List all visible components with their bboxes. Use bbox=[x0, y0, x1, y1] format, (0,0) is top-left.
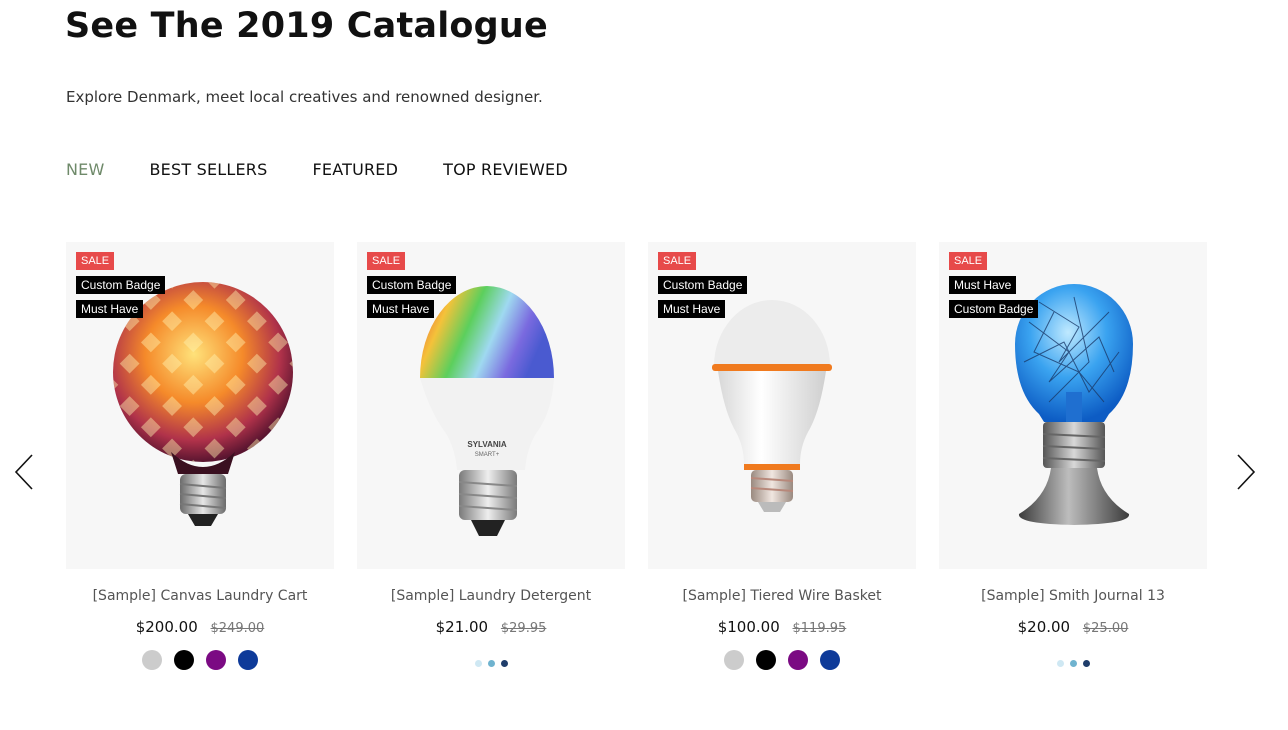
variant-dots bbox=[939, 660, 1207, 667]
swatch-purple[interactable] bbox=[206, 650, 226, 670]
swatch-black[interactable] bbox=[174, 650, 194, 670]
product-name[interactable]: [Sample] Smith Journal 13 bbox=[939, 588, 1207, 604]
tab-featured[interactable]: FEATURED bbox=[312, 160, 398, 179]
sale-badge: SALE bbox=[367, 252, 406, 270]
product-prices: $21.00 $29.95 bbox=[357, 618, 625, 636]
bulb-brand-text: SYLVANIA bbox=[467, 440, 506, 449]
product-old-price: $249.00 bbox=[210, 621, 265, 636]
product-image[interactable]: SALE Custom Badge Must Have bbox=[648, 242, 916, 569]
custom-badge: Custom Badge bbox=[658, 276, 748, 294]
chevron-left-icon bbox=[14, 454, 33, 490]
sale-badge: SALE bbox=[76, 252, 115, 270]
product-name[interactable]: [Sample] Canvas Laundry Cart bbox=[66, 588, 334, 604]
product-old-price: $25.00 bbox=[1082, 621, 1129, 636]
swatch-grey[interactable] bbox=[724, 650, 744, 670]
product-card[interactable]: SALE Must Have Custom Badge [Sample] Smi… bbox=[939, 242, 1207, 667]
must-have-badge: Must Have bbox=[949, 276, 1017, 294]
carousel-next-button[interactable] bbox=[1226, 452, 1266, 492]
product-prices: $100.00 $119.95 bbox=[648, 618, 916, 636]
product-card[interactable]: SALE Custom Badge Must Have [Sample] Can… bbox=[66, 242, 334, 670]
variant-dot[interactable] bbox=[500, 660, 508, 667]
must-have-badge: Must Have bbox=[76, 300, 144, 318]
sale-badge: SALE bbox=[949, 252, 988, 270]
product-card[interactable]: SALE Custom Badge Must Have [Sample] Tie… bbox=[648, 242, 916, 670]
product-prices: $200.00 $249.00 bbox=[66, 618, 334, 636]
must-have-badge: Must Have bbox=[367, 300, 435, 318]
swatch-grey[interactable] bbox=[142, 650, 162, 670]
tab-new[interactable]: NEW bbox=[66, 160, 105, 179]
product-price: $100.00 bbox=[717, 618, 780, 636]
variant-dots bbox=[357, 660, 625, 667]
product-name[interactable]: [Sample] Laundry Detergent bbox=[357, 588, 625, 604]
custom-badge: Custom Badge bbox=[367, 276, 457, 294]
swatch-blue[interactable] bbox=[820, 650, 840, 670]
variant-dot[interactable] bbox=[1082, 660, 1090, 667]
carousel-prev-button[interactable] bbox=[4, 452, 44, 492]
custom-badge: Custom Badge bbox=[949, 300, 1039, 318]
sale-badge: SALE bbox=[658, 252, 697, 270]
product-image[interactable]: SYLVANIA SMART+ SALE Custom Badge Must H… bbox=[357, 242, 625, 569]
swatch-blue[interactable] bbox=[238, 650, 258, 670]
product-image[interactable]: SALE Custom Badge Must Have bbox=[66, 242, 334, 569]
product-price: $200.00 bbox=[135, 618, 198, 636]
variant-dot[interactable] bbox=[1056, 660, 1064, 667]
page-title: See The 2019 Catalogue bbox=[65, 6, 548, 46]
variant-dot[interactable] bbox=[474, 660, 482, 667]
color-swatches bbox=[648, 650, 916, 670]
product-prices: $20.00 $25.00 bbox=[939, 618, 1207, 636]
swatch-black[interactable] bbox=[756, 650, 776, 670]
swatch-purple[interactable] bbox=[788, 650, 808, 670]
bulb-line-text: SMART+ bbox=[475, 452, 500, 458]
product-price: $20.00 bbox=[1017, 618, 1071, 636]
variant-dot[interactable] bbox=[1069, 660, 1077, 667]
product-tabs: NEW BEST SELLERS FEATURED TOP REVIEWED bbox=[66, 160, 568, 179]
must-have-badge: Must Have bbox=[658, 300, 726, 318]
custom-badge: Custom Badge bbox=[76, 276, 166, 294]
product-image[interactable]: SALE Must Have Custom Badge bbox=[939, 242, 1207, 569]
page-subtitle: Explore Denmark, meet local creatives an… bbox=[66, 88, 543, 106]
product-old-price: $119.95 bbox=[792, 621, 847, 636]
product-name[interactable]: [Sample] Tiered Wire Basket bbox=[648, 588, 916, 604]
variant-dot[interactable] bbox=[487, 660, 495, 667]
chevron-right-icon bbox=[1237, 454, 1256, 490]
product-card[interactable]: SYLVANIA SMART+ SALE Custom Badge Must H… bbox=[357, 242, 625, 667]
color-swatches bbox=[66, 650, 334, 670]
tab-top-reviewed[interactable]: TOP REVIEWED bbox=[443, 160, 568, 179]
product-price: $21.00 bbox=[435, 618, 489, 636]
tab-best-sellers[interactable]: BEST SELLERS bbox=[150, 160, 268, 179]
product-old-price: $29.95 bbox=[500, 621, 547, 636]
